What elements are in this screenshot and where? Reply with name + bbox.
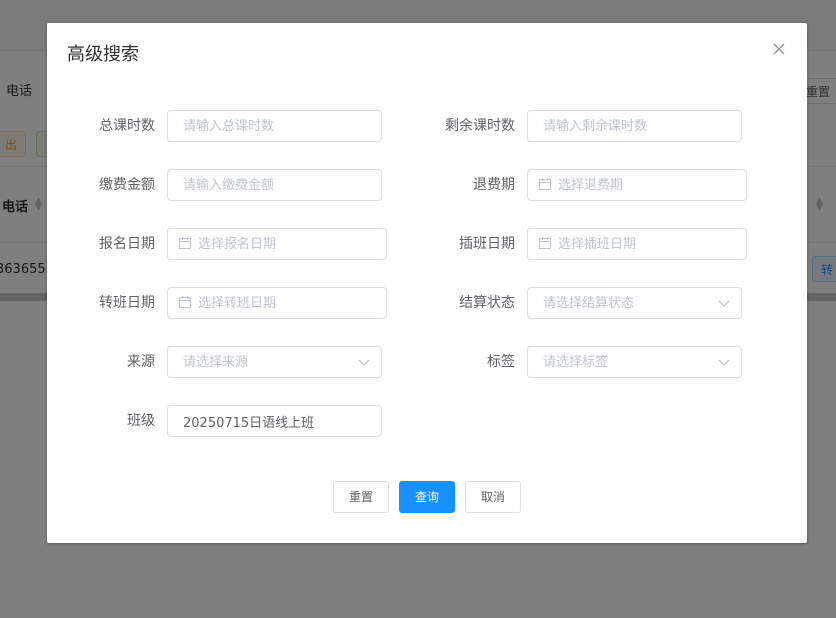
remaining-hours-input[interactable] <box>527 110 742 142</box>
settlement-status-label: 结算状态 <box>459 295 515 311</box>
close-icon[interactable] <box>771 41 787 57</box>
class-change-date-label: 转班日期 <box>99 295 155 311</box>
class-change-date-picker[interactable] <box>167 287 387 319</box>
transfer-in-date-picker[interactable] <box>527 228 747 260</box>
chevron-down-icon <box>718 300 730 307</box>
total-hours-label: 总课时数 <box>99 118 155 134</box>
advanced-search-dialog: 高级搜索 总课时数 剩余课时数 缴费金额 退费期 报名日期 插班日期 转班日期 … <box>47 23 807 543</box>
calendar-icon <box>539 237 551 249</box>
calendar-icon <box>179 237 191 249</box>
cancel-button[interactable]: 取消 <box>465 481 521 513</box>
calendar-icon <box>539 178 551 190</box>
class-name-label: 班级 <box>127 413 155 429</box>
tag-label: 标签 <box>487 354 515 370</box>
search-button[interactable]: 查询 <box>399 481 455 513</box>
chevron-down-icon <box>358 359 370 366</box>
chevron-down-icon <box>718 359 730 366</box>
transfer-in-date-label: 插班日期 <box>459 236 515 252</box>
payment-amount-label: 缴费金额 <box>99 177 155 193</box>
signup-date-picker[interactable] <box>167 228 387 260</box>
payment-amount-input[interactable] <box>167 169 382 201</box>
tag-select[interactable] <box>527 346 742 378</box>
reset-button[interactable]: 重置 <box>333 481 389 513</box>
signup-date-label: 报名日期 <box>99 236 155 252</box>
refund-period-label: 退费期 <box>473 177 515 193</box>
source-select[interactable] <box>167 346 382 378</box>
dialog-title: 高级搜索 <box>67 44 139 65</box>
class-name-input[interactable] <box>167 405 382 437</box>
source-label: 来源 <box>127 354 155 370</box>
remaining-hours-label: 剩余课时数 <box>445 118 515 134</box>
total-hours-input[interactable] <box>167 110 382 142</box>
calendar-icon <box>179 296 191 308</box>
refund-period-date-picker[interactable] <box>527 169 747 201</box>
settlement-status-select[interactable] <box>527 287 742 319</box>
